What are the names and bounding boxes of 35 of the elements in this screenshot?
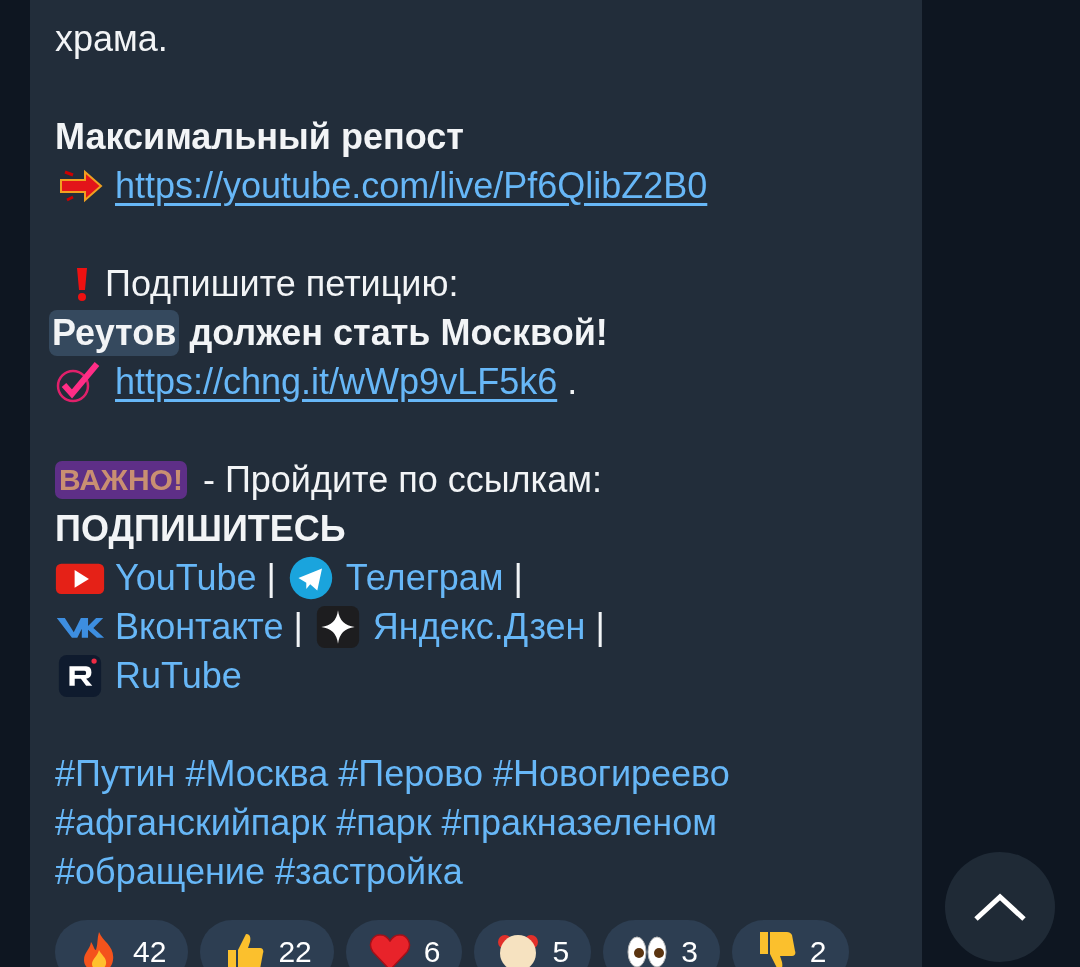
message-text: должен стать Москвой! <box>189 310 608 355</box>
link[interactable]: Вконтакте <box>115 603 284 650</box>
message-text: . <box>567 359 578 404</box>
message-text: | <box>266 555 276 600</box>
reaction-button[interactable]: 2 <box>731 920 849 967</box>
badge: ВАЖНО! <box>55 460 187 499</box>
hashtag-link[interactable]: #Москва <box>185 750 329 797</box>
reaction-button[interactable]: 3 <box>603 920 720 967</box>
message-text: храма. <box>55 16 168 61</box>
link[interactable]: YouTube <box>115 554 257 601</box>
reaction-button[interactable]: 22 <box>200 920 334 967</box>
highlighted-text: Реутов <box>49 309 180 356</box>
message-text: | <box>595 604 605 649</box>
message-text: | <box>513 555 523 600</box>
message-text: - Пройдите по ссылкам: <box>202 457 602 502</box>
hashtag-link[interactable]: #Путин <box>55 750 176 797</box>
hashtag-link[interactable]: #пракназеленом <box>441 799 717 846</box>
link[interactable]: Яндекс.Дзен <box>372 603 586 650</box>
reaction-button[interactable]: 42 <box>55 920 189 967</box>
message-text: Максимальный репост <box>55 114 464 159</box>
hashtag-link[interactable]: #застройка <box>274 848 463 895</box>
message-text: ПОДПИШИТЕСЬ <box>55 506 346 551</box>
reaction-button[interactable]: 6 <box>345 920 463 967</box>
reaction-button[interactable]: 5 <box>474 920 592 967</box>
link[interactable]: Телеграм <box>345 554 504 601</box>
message-text: | <box>293 604 303 649</box>
link[interactable]: RuTube <box>115 652 242 699</box>
message-text: Подпишите петицию: <box>105 261 459 306</box>
hashtag-link[interactable]: #Перово <box>338 750 483 797</box>
link[interactable]: https://chng.it/wWp9vLF5k6 <box>115 358 558 405</box>
hashtag-link[interactable]: #парк <box>336 799 432 846</box>
hashtag-link[interactable]: #обращение <box>55 848 265 895</box>
hashtag-link[interactable]: #Новогиреево <box>493 750 730 797</box>
link[interactable]: https://youtube.com/live/Pf6QlibZ2B0 <box>115 162 708 209</box>
hashtag-link[interactable]: #афганскийпарк <box>55 799 327 846</box>
